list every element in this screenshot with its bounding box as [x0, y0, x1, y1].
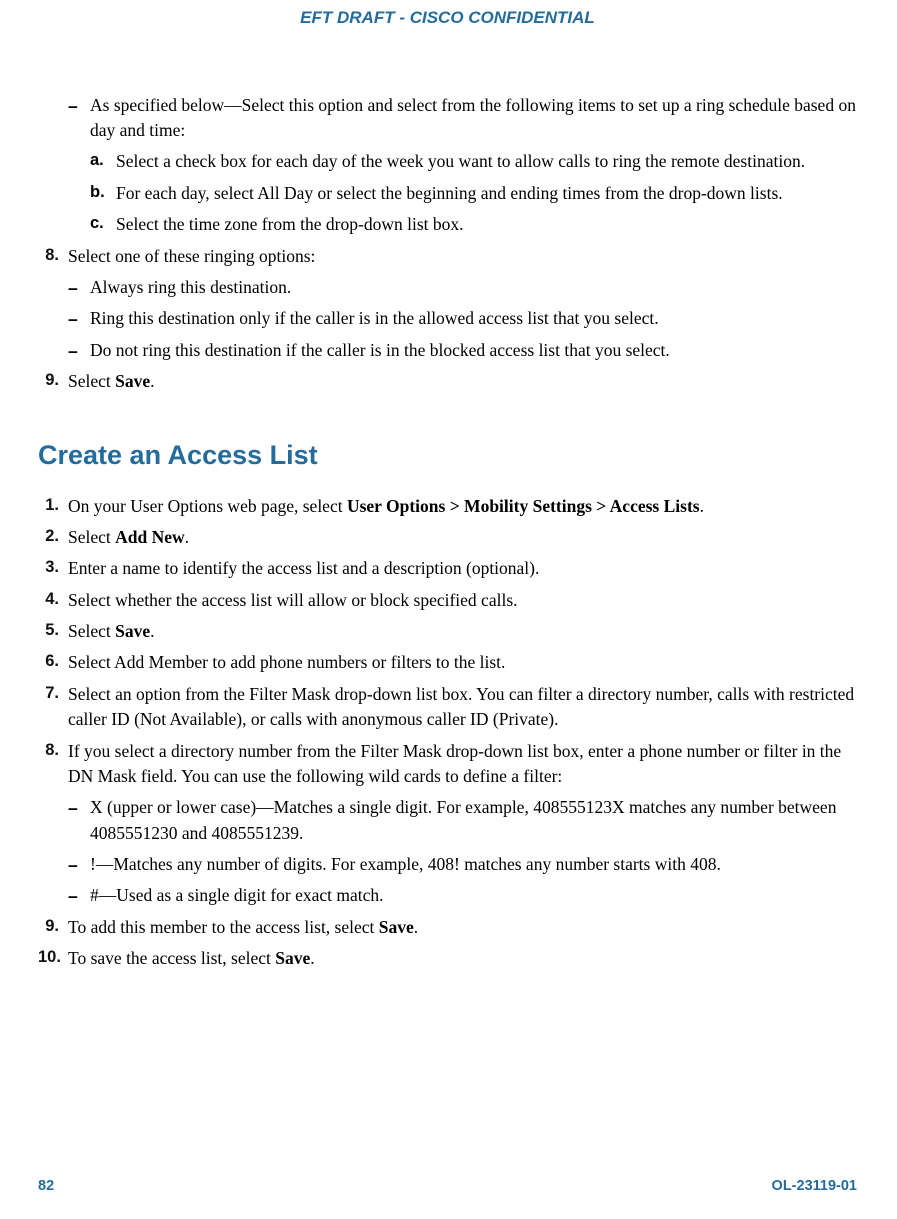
dash-text: X (upper or lower case)—Matches a single…	[90, 795, 857, 846]
document-page: EFT DRAFT - CISCO CONFIDENTIAL – As spec…	[0, 0, 897, 1219]
lettered-item: c. Select the time zone from the drop-do…	[38, 212, 857, 237]
bold-text: Save	[115, 371, 150, 391]
step-text: On your User Options web page, select Us…	[68, 494, 857, 519]
dash-text: !—Matches any number of digits. For exam…	[90, 852, 857, 877]
section-heading: Create an Access List	[38, 436, 857, 475]
step-item: 5. Select Save.	[38, 619, 857, 644]
step-text: If you select a directory number from th…	[68, 739, 857, 790]
text-run: Select	[68, 527, 115, 547]
text-run: .	[150, 621, 154, 641]
step-number: 3.	[38, 556, 68, 581]
dash-bullet: –	[68, 275, 90, 300]
dash-text: Do not ring this destination if the call…	[90, 338, 857, 363]
letter-text: Select the time zone from the drop-down …	[116, 212, 857, 237]
step-number: 7.	[38, 682, 68, 733]
letter-marker: c.	[90, 212, 116, 237]
dash-item: – Always ring this destination.	[38, 275, 857, 300]
text-run: .	[700, 496, 704, 516]
step-text: Select an option from the Filter Mask dr…	[68, 682, 857, 733]
step-item: 8. Select one of these ringing options:	[38, 244, 857, 269]
body-content: – As specified below—Select this option …	[38, 93, 857, 972]
dash-item: – !—Matches any number of digits. For ex…	[38, 852, 857, 877]
bold-text: Save	[379, 917, 414, 937]
dash-text: Always ring this destination.	[90, 275, 857, 300]
text-run: To save the access list, select	[68, 948, 275, 968]
confidential-banner: EFT DRAFT - CISCO CONFIDENTIAL	[38, 0, 857, 31]
bold-text: Save	[275, 948, 310, 968]
step-item: 6. Select Add Member to add phone number…	[38, 650, 857, 675]
step-text: To save the access list, select Save.	[68, 946, 857, 971]
letter-marker: a.	[90, 149, 116, 174]
text-run: Select	[68, 621, 115, 641]
dash-item: – As specified below—Select this option …	[38, 93, 857, 144]
dash-item: – Ring this destination only if the call…	[38, 306, 857, 331]
step-number: 8.	[38, 739, 68, 790]
text-run: .	[414, 917, 418, 937]
step-item: 1. On your User Options web page, select…	[38, 494, 857, 519]
step-text: Select one of these ringing options:	[68, 244, 857, 269]
step-number: 9.	[38, 369, 68, 394]
step-number: 8.	[38, 244, 68, 269]
step-item: 3. Enter a name to identify the access l…	[38, 556, 857, 581]
page-number: 82	[38, 1176, 54, 1197]
page-footer: 82 OL-23119-01	[38, 1176, 857, 1197]
step-item: 4. Select whether the access list will a…	[38, 588, 857, 613]
step-item: 8. If you select a directory number from…	[38, 739, 857, 790]
dash-text: #—Used as a single digit for exact match…	[90, 883, 857, 908]
step-text: Select Save.	[68, 369, 857, 394]
step-number: 2.	[38, 525, 68, 550]
step-item: 2. Select Add New.	[38, 525, 857, 550]
step-text: Select Save.	[68, 619, 857, 644]
letter-text: Select a check box for each day of the w…	[116, 149, 857, 174]
dash-text: Ring this destination only if the caller…	[90, 306, 857, 331]
dash-item: – #—Used as a single digit for exact mat…	[38, 883, 857, 908]
dash-text: As specified below—Select this option an…	[90, 93, 857, 144]
bold-text: Save	[115, 621, 150, 641]
dash-bullet: –	[68, 338, 90, 363]
step-text: Select whether the access list will allo…	[68, 588, 857, 613]
bold-text: User Options > Mobility Settings > Acces…	[347, 496, 700, 516]
text-run: .	[185, 527, 189, 547]
dash-bullet: –	[68, 306, 90, 331]
dash-bullet: –	[68, 883, 90, 908]
step-text: Select Add Member to add phone numbers o…	[68, 650, 857, 675]
step-number: 10.	[38, 946, 68, 971]
step-item: 9. Select Save.	[38, 369, 857, 394]
dash-item: – X (upper or lower case)—Matches a sing…	[38, 795, 857, 846]
letter-marker: b.	[90, 181, 116, 206]
text-run: .	[310, 948, 314, 968]
dash-bullet: –	[68, 852, 90, 877]
step-item: 10. To save the access list, select Save…	[38, 946, 857, 971]
text-run: .	[150, 371, 154, 391]
bold-text: Add New	[115, 527, 185, 547]
text-run: To add this member to the access list, s…	[68, 917, 379, 937]
step-text: Select Add New.	[68, 525, 857, 550]
letter-text: For each day, select All Day or select t…	[116, 181, 857, 206]
step-item: 7. Select an option from the Filter Mask…	[38, 682, 857, 733]
text-run: Select	[68, 371, 115, 391]
step-number: 6.	[38, 650, 68, 675]
text-run: On your User Options web page, select	[68, 496, 347, 516]
document-id: OL-23119-01	[772, 1176, 857, 1197]
lettered-item: a. Select a check box for each day of th…	[38, 149, 857, 174]
step-text: To add this member to the access list, s…	[68, 915, 857, 940]
step-number: 1.	[38, 494, 68, 519]
step-number: 4.	[38, 588, 68, 613]
step-number: 5.	[38, 619, 68, 644]
dash-bullet: –	[68, 93, 90, 144]
step-text: Enter a name to identify the access list…	[68, 556, 857, 581]
dash-bullet: –	[68, 795, 90, 846]
step-item: 9. To add this member to the access list…	[38, 915, 857, 940]
dash-item: – Do not ring this destination if the ca…	[38, 338, 857, 363]
step-number: 9.	[38, 915, 68, 940]
lettered-item: b. For each day, select All Day or selec…	[38, 181, 857, 206]
